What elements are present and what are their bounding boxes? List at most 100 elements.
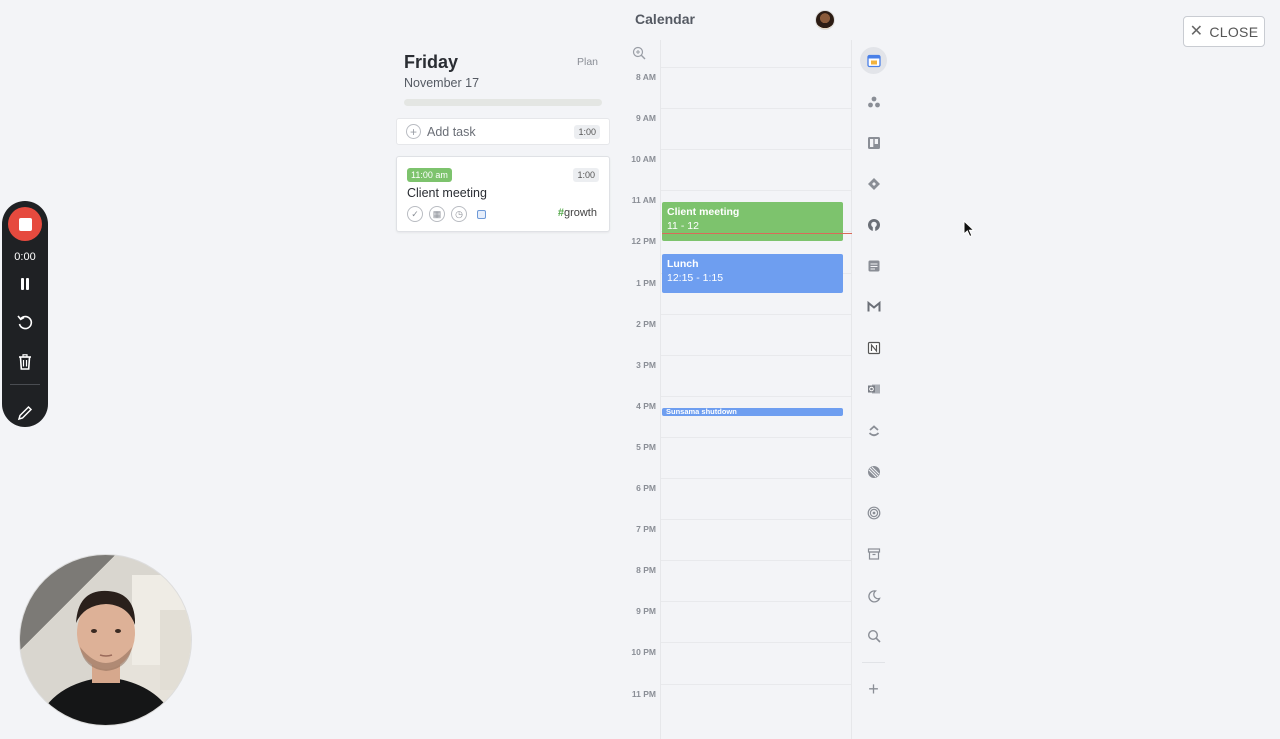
notion-icon: [867, 341, 880, 354]
hour-gridline: [661, 190, 851, 192]
task-channel-tag[interactable]: #growth: [558, 207, 597, 219]
rail-outlook[interactable]: [860, 375, 887, 402]
pause-button[interactable]: [15, 274, 35, 294]
moon-icon: [867, 589, 881, 602]
rail-clickup[interactable]: [860, 417, 887, 444]
rail-asana[interactable]: [860, 88, 887, 115]
trello-icon: [867, 136, 880, 149]
hour-gridline: [661, 436, 851, 438]
webcam-bubble[interactable]: [19, 554, 192, 726]
rail-notion[interactable]: [860, 334, 887, 361]
rail-search[interactable]: [860, 622, 887, 649]
restart-button[interactable]: [15, 312, 35, 332]
task-duration[interactable]: 1:00: [573, 168, 599, 182]
rail-target[interactable]: [860, 499, 887, 526]
add-task-duration[interactable]: 1:00: [574, 124, 600, 139]
target-icon: [867, 506, 880, 519]
hour-label: 2 PM: [636, 318, 656, 329]
mouse-cursor-icon: [963, 220, 975, 238]
event-client-meeting[interactable]: Client meeting 11 - 12: [662, 202, 843, 241]
hour-label: 5 PM: [636, 441, 656, 452]
stop-recording-button[interactable]: [8, 207, 42, 241]
rail-gmail[interactable]: [860, 293, 887, 320]
hour-gridline: [661, 519, 851, 521]
presenter-video: [35, 575, 191, 725]
event-sunsama-shutdown[interactable]: Sunsama shutdown: [662, 408, 843, 416]
hour-label: 9 PM: [636, 606, 656, 617]
hour-label: 10 AM: [631, 154, 656, 165]
hour-label: 4 PM: [636, 400, 656, 411]
hour-gridline: [661, 313, 851, 315]
rail-trello[interactable]: [860, 129, 887, 156]
gmail-icon: [867, 300, 880, 311]
rail-add-button[interactable]: +: [860, 675, 887, 702]
add-task-label: Add task: [427, 124, 476, 139]
plus-icon: +: [868, 678, 879, 699]
clickup-icon: [868, 424, 879, 436]
delete-button[interactable]: [15, 352, 35, 372]
task-start-time[interactable]: 11:00 am: [407, 168, 452, 182]
hour-label: 1 PM: [636, 277, 656, 288]
rail-calendar[interactable]: [860, 47, 887, 74]
draw-button[interactable]: [15, 403, 35, 423]
task-title: Client meeting: [407, 186, 487, 200]
hour-label: 10 PM: [631, 647, 656, 658]
task-card[interactable]: 11:00 am 1:00 Client meeting ✓ ▦ ◷ #grow…: [396, 156, 610, 232]
close-icon: ✕: [1189, 22, 1204, 40]
hour-gridline: [661, 395, 851, 397]
calendar-event-icon: [477, 209, 486, 219]
hour-label: 8 PM: [636, 565, 656, 576]
calendar-small-icon[interactable]: ▦: [429, 206, 445, 222]
hour-label: 6 PM: [636, 483, 656, 493]
hour-label: 11 AM: [631, 195, 656, 206]
hour-gridline: [661, 149, 851, 151]
hour-gridline: [661, 67, 851, 68]
hour-label: 12 PM: [631, 236, 656, 247]
close-label: CLOSE: [1209, 23, 1259, 40]
day-date: November 17: [404, 76, 480, 90]
hour-gridline: [661, 108, 851, 110]
rail-linear[interactable]: [860, 458, 887, 485]
restart-icon: [17, 315, 33, 330]
hour-label: 11 PM: [631, 688, 656, 699]
hour-label: 9 AM: [636, 113, 656, 124]
rail-moon[interactable]: [860, 582, 887, 609]
add-task-button[interactable]: + Add task 1:00: [396, 118, 610, 145]
hour-gridline: [661, 683, 851, 685]
recording-timer: 0:00: [14, 251, 36, 263]
rail-jira[interactable]: [860, 170, 887, 197]
recording-toolbar: 0:00: [2, 201, 48, 427]
rail-github[interactable]: [860, 211, 887, 238]
notes-icon: [868, 260, 879, 271]
plan-link[interactable]: Plan: [577, 56, 598, 68]
rail-divider: [862, 662, 885, 663]
plus-icon: +: [406, 124, 421, 139]
close-button[interactable]: ✕ CLOSE: [1183, 16, 1265, 47]
search-icon: [867, 629, 881, 643]
outlook-icon: [867, 384, 880, 393]
hour-gridline: [661, 560, 851, 562]
hour-label: 3 PM: [636, 359, 656, 370]
jira-icon: [867, 177, 880, 190]
check-icon[interactable]: ✓: [407, 206, 423, 222]
rail-notes[interactable]: [860, 252, 887, 279]
page-title: Calendar: [635, 11, 695, 27]
hour-gridline: [661, 478, 851, 479]
hour-gridline: [661, 601, 851, 603]
hour-gridline: [661, 642, 851, 644]
day-progress-bar: [404, 99, 602, 106]
pencil-icon: [17, 405, 33, 421]
rail-archive[interactable]: [860, 540, 887, 567]
zoom-in-icon[interactable]: [632, 46, 646, 60]
avatar[interactable]: [815, 10, 835, 30]
linear-icon: [867, 465, 880, 478]
clock-icon[interactable]: ◷: [451, 206, 467, 222]
hour-label: 8 AM: [636, 72, 656, 82]
calendar-icon: [866, 54, 881, 67]
day-weekday: Friday: [404, 52, 459, 72]
toolbar-divider: [10, 384, 40, 385]
event-lunch[interactable]: Lunch 12:15 - 1:15: [662, 254, 843, 293]
trash-icon: [19, 354, 31, 370]
current-time-indicator: [662, 233, 852, 234]
calendar-grid[interactable]: [660, 40, 852, 739]
